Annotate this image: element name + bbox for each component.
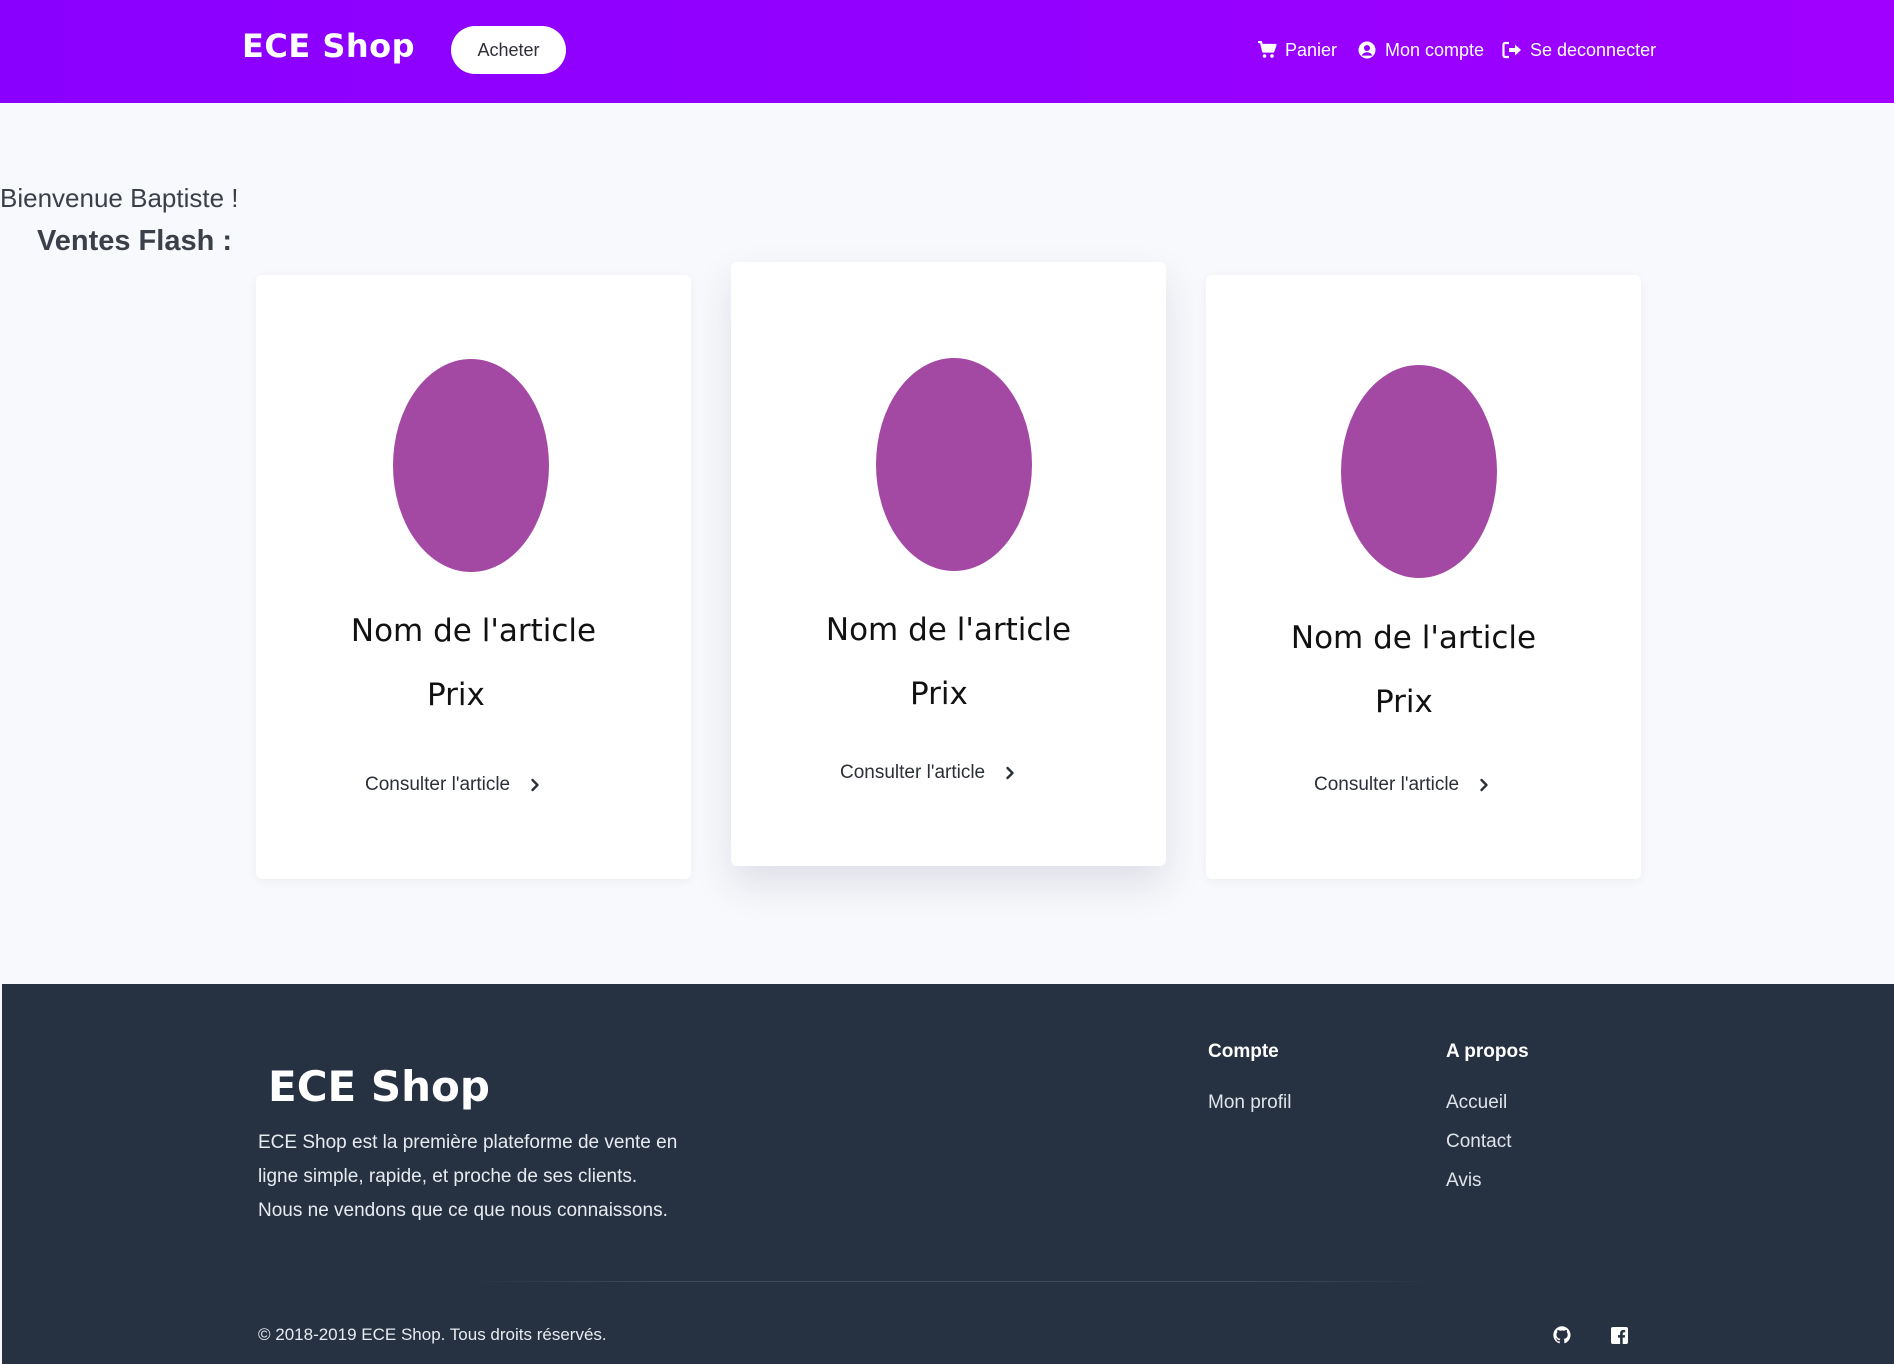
- nav-cart-label: Panier: [1285, 39, 1338, 60]
- site-footer: ECE Shop ECE Shop est la première platef…: [2, 984, 1894, 1364]
- product-name: Nom de l'article: [825, 612, 1072, 648]
- acheter-button[interactable]: Acheter: [451, 26, 566, 74]
- nav-logout[interactable]: Se deconnecter: [1501, 36, 1656, 64]
- consult-article-link[interactable]: Consulter l'article: [1314, 774, 1491, 796]
- chevron-right-icon: [1477, 778, 1491, 792]
- footer-description-line: ECE Shop est la première plateforme de v…: [258, 1132, 678, 1153]
- nav-account[interactable]: Mon compte: [1356, 36, 1484, 64]
- welcome-message: Bienvenue Baptiste !: [0, 183, 239, 213]
- product-card: Nom de l'article Prix Consulter l'articl…: [1206, 275, 1641, 879]
- nav-cart[interactable]: Panier: [1256, 36, 1337, 64]
- chevron-right-icon: [1003, 766, 1017, 780]
- footer-link-contact[interactable]: Contact: [1446, 1131, 1511, 1153]
- product-price: Prix: [910, 676, 968, 712]
- footer-link-accueil[interactable]: Accueil: [1446, 1092, 1507, 1114]
- user-circle-icon: [1356, 39, 1378, 61]
- product-card: Nom de l'article Prix Consulter l'articl…: [256, 275, 691, 879]
- github-icon[interactable]: [1551, 1324, 1573, 1346]
- nav-account-label: Mon compte: [1385, 39, 1485, 60]
- product-card: Nom de l'article Prix Consulter l'articl…: [731, 262, 1166, 866]
- product-image[interactable]: [876, 358, 1032, 571]
- product-price: Prix: [1375, 684, 1433, 720]
- footer-column-title-compte: Compte: [1208, 1041, 1279, 1062]
- copyright-text: © 2018-2019 ECE Shop. Tous droits réserv…: [258, 1325, 607, 1344]
- brand-logo[interactable]: ECE Shop: [242, 27, 415, 65]
- footer-column-title-a-propos: A propos: [1446, 1041, 1529, 1062]
- consult-article-link[interactable]: Consulter l'article: [365, 774, 542, 796]
- product-image[interactable]: [393, 359, 549, 572]
- consult-article-link[interactable]: Consulter l'article: [840, 762, 1017, 784]
- footer-description-line: Nous ne vendons que ce que nous connaiss…: [258, 1200, 668, 1221]
- footer-description: ECE Shop est la première plateforme de v…: [258, 1126, 728, 1228]
- cart-icon: [1256, 39, 1278, 61]
- footer-divider: [462, 1281, 1442, 1282]
- flash-sales-title: Ventes Flash :: [37, 225, 233, 257]
- product-name: Nom de l'article: [350, 613, 597, 649]
- sign-out-icon: [1501, 39, 1523, 61]
- consult-article-label: Consulter l'article: [1314, 774, 1460, 795]
- chevron-right-icon: [528, 778, 542, 792]
- footer-description-line: ligne simple, rapide, et proche de ses c…: [258, 1166, 638, 1187]
- product-name: Nom de l'article: [1290, 620, 1537, 656]
- footer-brand-logo[interactable]: ECE Shop: [268, 1062, 490, 1111]
- consult-article-label: Consulter l'article: [840, 762, 986, 783]
- footer-link-avis[interactable]: Avis: [1446, 1170, 1482, 1192]
- nav-logout-label: Se deconnecter: [1530, 39, 1657, 60]
- facebook-icon[interactable]: [1608, 1324, 1630, 1346]
- product-image[interactable]: [1341, 365, 1497, 578]
- top-navbar: ECE Shop Acheter Panier Mon compte Se de…: [0, 0, 1894, 103]
- footer-link-mon-profil[interactable]: Mon profil: [1208, 1092, 1291, 1114]
- consult-article-label: Consulter l'article: [365, 774, 511, 795]
- product-price: Prix: [427, 677, 485, 713]
